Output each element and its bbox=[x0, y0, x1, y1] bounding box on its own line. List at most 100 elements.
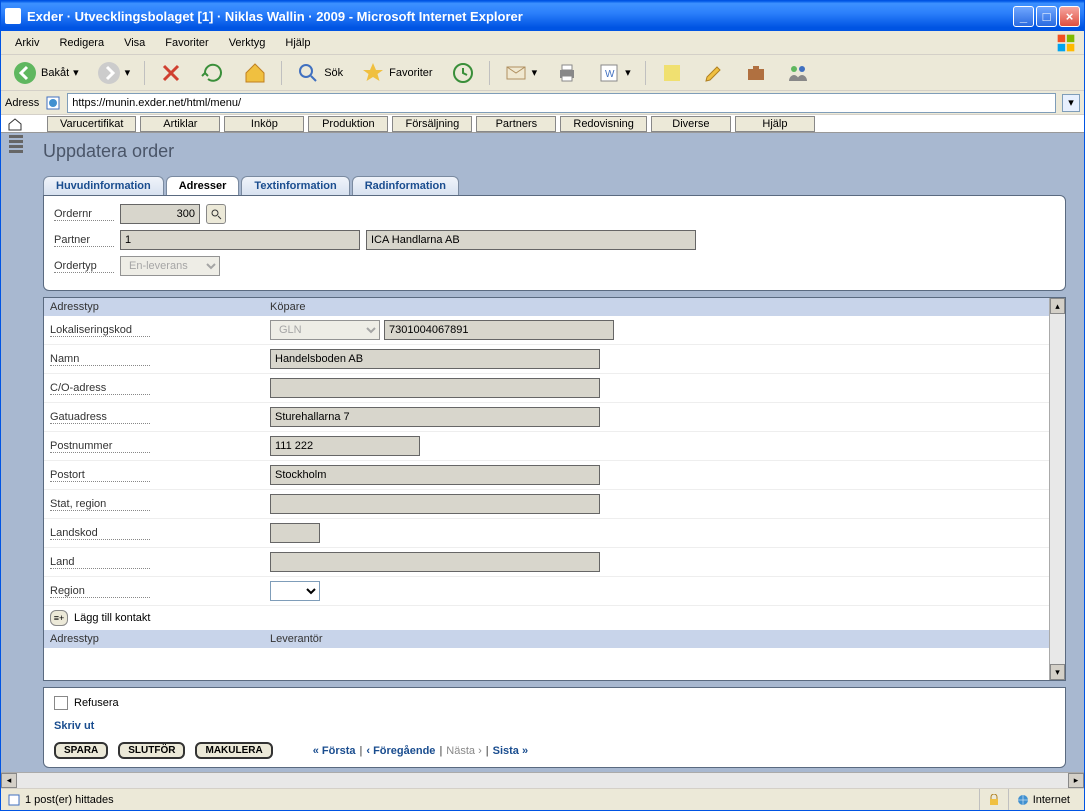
address-dropdown[interactable]: ▾ bbox=[1062, 94, 1080, 112]
globe-icon bbox=[1017, 794, 1029, 806]
research-button[interactable] bbox=[696, 58, 732, 88]
landskod-label: Landskod bbox=[50, 527, 150, 540]
region-select[interactable] bbox=[270, 581, 320, 601]
edit-button[interactable]: W▾ bbox=[591, 58, 637, 88]
scroll-right-button[interactable]: ▸ bbox=[1068, 773, 1084, 788]
forward-button[interactable]: ▾ bbox=[91, 58, 137, 88]
nav-diverse[interactable]: Diverse bbox=[651, 116, 731, 132]
discuss-button[interactable] bbox=[654, 58, 690, 88]
co-input[interactable] bbox=[270, 378, 600, 398]
land-input[interactable] bbox=[270, 552, 600, 572]
slutfor-button[interactable]: SLUTFÖR bbox=[118, 742, 185, 759]
app-icon bbox=[5, 8, 21, 24]
nav-partners[interactable]: Partners bbox=[476, 116, 556, 132]
toolbar: Bakåt ▾ ▾ Sök Favoriter ▾ W▾ bbox=[1, 55, 1084, 91]
home-button[interactable] bbox=[237, 58, 273, 88]
edit-icon: W bbox=[597, 61, 621, 85]
search-button[interactable]: Sök bbox=[290, 58, 349, 88]
tools-button[interactable] bbox=[738, 58, 774, 88]
menu-arkiv[interactable]: Arkiv bbox=[7, 35, 47, 51]
refresh-button[interactable] bbox=[195, 58, 231, 88]
tab-huvudinformation[interactable]: Huvudinformation bbox=[43, 176, 164, 195]
tab-textinformation[interactable]: Textinformation bbox=[241, 176, 349, 195]
nav-forsaljning[interactable]: Försäljning bbox=[392, 116, 472, 132]
back-icon bbox=[13, 61, 37, 85]
footer-panel: Refusera Skriv ut SPARA SLUTFÖR MAKULERA… bbox=[43, 687, 1066, 768]
scroll-left-button[interactable]: ◂ bbox=[1, 773, 17, 788]
vertical-scrollbar[interactable]: ▴ ▾ bbox=[1049, 298, 1065, 680]
menu-favoriter[interactable]: Favoriter bbox=[157, 35, 216, 51]
scroll-up-button[interactable]: ▴ bbox=[1050, 298, 1065, 314]
search-icon bbox=[210, 208, 222, 220]
stop-icon bbox=[159, 61, 183, 85]
mail-button[interactable]: ▾ bbox=[498, 58, 544, 88]
gata-input[interactable] bbox=[270, 407, 600, 427]
ordernr-input[interactable] bbox=[120, 204, 200, 224]
lok-label: Lokaliseringskod bbox=[50, 324, 150, 337]
menu-verktyg[interactable]: Verktyg bbox=[221, 35, 274, 51]
chevron-down-icon: ▾ bbox=[73, 66, 79, 79]
page-title: Uppdatera order bbox=[43, 141, 1066, 162]
menu-visa[interactable]: Visa bbox=[116, 35, 153, 51]
pager-last[interactable]: Sista » bbox=[493, 745, 528, 757]
forward-icon bbox=[97, 61, 121, 85]
stop-button[interactable] bbox=[153, 58, 189, 88]
namn-input[interactable] bbox=[270, 349, 600, 369]
nav-hjalp[interactable]: Hjälp bbox=[735, 116, 815, 132]
address-footer-header: Adresstyp Leverantör bbox=[44, 630, 1049, 648]
order-header-panel: Ordernr Partner Ordertyp En-leverans bbox=[43, 195, 1066, 291]
tab-radinformation[interactable]: Radinformation bbox=[352, 176, 459, 195]
refresh-icon bbox=[201, 61, 225, 85]
buyer-col-header: Köpare bbox=[270, 301, 305, 313]
ordernr-lookup-button[interactable] bbox=[206, 204, 226, 224]
print-button[interactable] bbox=[549, 58, 585, 88]
pager-prev[interactable]: ‹ Föregående bbox=[366, 745, 435, 757]
rail-icon[interactable] bbox=[9, 135, 23, 167]
tab-adresser[interactable]: Adresser bbox=[166, 176, 240, 195]
stat-input[interactable] bbox=[270, 494, 600, 514]
favorites-button[interactable]: Favoriter bbox=[355, 58, 438, 88]
status-text: 1 post(er) hittades bbox=[25, 794, 114, 806]
ordertyp-select[interactable]: En-leverans bbox=[120, 256, 220, 276]
postnr-label: Postnummer bbox=[50, 440, 150, 453]
spara-button[interactable]: SPARA bbox=[54, 742, 108, 759]
minimize-button[interactable]: _ bbox=[1013, 6, 1034, 27]
postort-input[interactable] bbox=[270, 465, 600, 485]
close-button[interactable]: × bbox=[1059, 6, 1080, 27]
status-bar: 1 post(er) hittades Internet bbox=[1, 788, 1084, 810]
partner-label: Partner bbox=[54, 234, 114, 247]
nav-redovisning[interactable]: Redovisning bbox=[560, 116, 647, 132]
menu-redigera[interactable]: Redigera bbox=[51, 35, 112, 51]
briefcase-icon bbox=[744, 61, 768, 85]
skrivut-link[interactable]: Skriv ut bbox=[54, 720, 1055, 732]
address-header: Adresstyp Köpare bbox=[44, 298, 1049, 316]
makulera-button[interactable]: MAKULERA bbox=[195, 742, 272, 759]
address-input[interactable] bbox=[67, 93, 1056, 113]
refusera-checkbox[interactable] bbox=[54, 696, 68, 710]
messenger-button[interactable] bbox=[780, 58, 816, 88]
postnr-input[interactable] bbox=[270, 436, 420, 456]
history-button[interactable] bbox=[445, 58, 481, 88]
menu-hjalp[interactable]: Hjälp bbox=[277, 35, 318, 51]
add-contact-button[interactable]: ≡+ bbox=[50, 610, 68, 626]
print-icon bbox=[555, 61, 579, 85]
scroll-down-button[interactable]: ▾ bbox=[1050, 664, 1065, 680]
lok-value-input[interactable] bbox=[384, 320, 614, 340]
left-rail bbox=[1, 133, 31, 772]
app-home-icon[interactable] bbox=[7, 117, 23, 131]
window-title: Exder · Utvecklingsbolaget [1] · Niklas … bbox=[27, 9, 1013, 24]
addrtype-col-footer: Adresstyp bbox=[50, 633, 270, 645]
nav-produktion[interactable]: Produktion bbox=[308, 116, 388, 132]
nav-varucertifikat[interactable]: Varucertifikat bbox=[47, 116, 136, 132]
lok-type-select[interactable]: GLN bbox=[270, 320, 380, 340]
nav-inkop[interactable]: Inköp bbox=[224, 116, 304, 132]
back-button[interactable]: Bakåt ▾ bbox=[7, 58, 85, 88]
horizontal-scrollbar[interactable]: ◂ ▸ bbox=[1, 772, 1084, 788]
maximize-button[interactable]: □ bbox=[1036, 6, 1057, 27]
menubar: Arkiv Redigera Visa Favoriter Verktyg Hj… bbox=[1, 31, 1084, 55]
nav-artiklar[interactable]: Artiklar bbox=[140, 116, 220, 132]
address-label: Adress bbox=[5, 97, 39, 109]
pager-first[interactable]: « Första bbox=[313, 745, 356, 757]
internet-zone: Internet bbox=[1008, 789, 1078, 810]
landskod-input[interactable] bbox=[270, 523, 320, 543]
